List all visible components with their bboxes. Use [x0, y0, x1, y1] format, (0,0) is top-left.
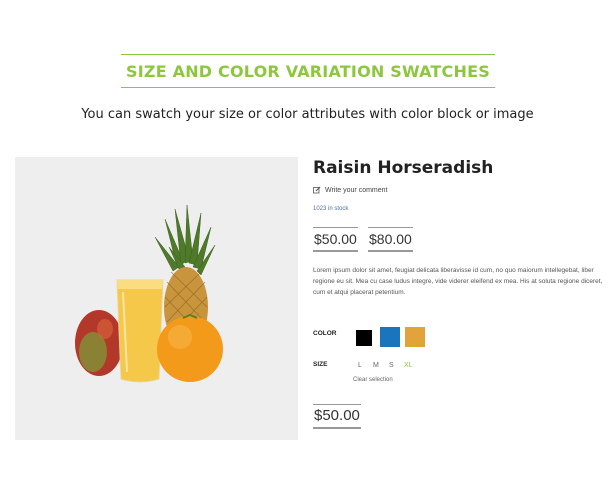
write-review-label: Write your comment: [325, 186, 388, 194]
selected-price: $50.00: [313, 404, 361, 429]
color-swatch-orange[interactable]: [405, 327, 425, 347]
size-label: SIZE: [313, 361, 328, 368]
color-label: COLOR: [313, 330, 337, 337]
section-subtitle: You can swatch your size or color attrib…: [81, 107, 534, 122]
size-option-s[interactable]: S: [389, 362, 394, 369]
clear-selection-link[interactable]: Clear selection: [353, 377, 393, 383]
product-image[interactable]: [15, 157, 298, 440]
color-swatch-black[interactable]: [356, 330, 372, 346]
size-option-xl[interactable]: XL: [404, 362, 413, 369]
product-title: Raisin Horseradish: [313, 158, 494, 178]
edit-icon: [313, 186, 321, 194]
price-option: $80.00: [368, 227, 413, 252]
size-option-l[interactable]: L: [358, 362, 362, 369]
size-option-m[interactable]: M: [373, 362, 379, 369]
stock-status: 1023 in stock: [313, 206, 349, 212]
write-review-link[interactable]: Write your comment: [313, 186, 388, 194]
price-option: $50.00: [313, 227, 358, 252]
section-heading-frame: SIZE AND COLOR VARIATION SWATCHES: [121, 54, 495, 88]
section-heading: SIZE AND COLOR VARIATION SWATCHES: [126, 61, 490, 81]
color-swatch-blue[interactable]: [380, 327, 400, 347]
product-photo-illustration: [75, 204, 223, 383]
product-description: Lorem ipsum dolor sit amet, feugiat deli…: [313, 267, 603, 296]
